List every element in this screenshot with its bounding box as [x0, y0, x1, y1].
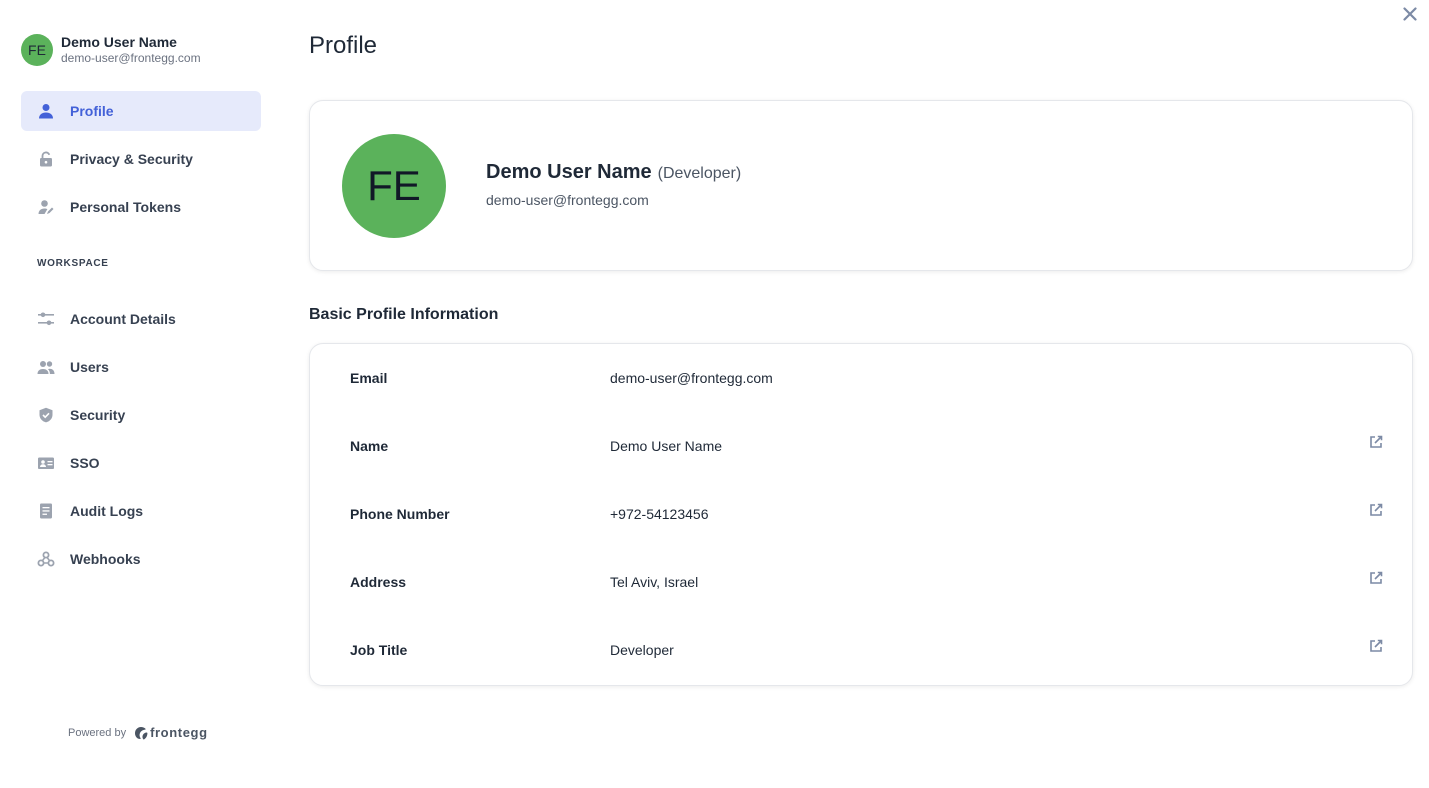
- workspace-section-title: WORKSPACE: [37, 258, 109, 269]
- frontegg-logo: frontegg: [134, 725, 208, 740]
- field-value: Demo User Name: [610, 438, 723, 454]
- field-label: Phone Number: [350, 506, 450, 522]
- profile-card: FE Demo User Name (Developer) demo-user@…: [309, 100, 1413, 271]
- avatar: FE: [21, 34, 53, 66]
- profile-role: (Developer): [657, 165, 742, 182]
- sliders-icon: [37, 310, 55, 328]
- sidebar-item-label: Account Details: [70, 311, 176, 327]
- field-label: Job Title: [350, 642, 408, 658]
- basic-info-card: Email demo-user@frontegg.com Name Demo U…: [309, 343, 1413, 686]
- edit-name-button[interactable]: [1368, 434, 1384, 450]
- edit-address-button[interactable]: [1368, 570, 1384, 586]
- sidebar-item-personal-tokens[interactable]: Personal Tokens: [21, 187, 261, 227]
- field-value: Tel Aviv, Israel: [610, 574, 699, 590]
- user-meta: Demo User Name demo-user@frontegg.com: [61, 34, 201, 66]
- field-value: demo-user@frontegg.com: [610, 370, 773, 386]
- user-icon: [37, 102, 55, 120]
- sidebar-item-security[interactable]: Security: [21, 395, 261, 435]
- sidebar-item-label: Privacy & Security: [70, 151, 193, 167]
- sidebar-item-label: Audit Logs: [70, 503, 144, 519]
- edit-job-title-button[interactable]: [1368, 638, 1384, 654]
- users-icon: [37, 358, 55, 376]
- edit-icon: [1370, 571, 1383, 584]
- sidebar-item-label: Personal Tokens: [70, 199, 182, 215]
- user-header: FE Demo User Name demo-user@frontegg.com: [21, 34, 201, 66]
- info-row-job-title: Job Title Developer: [310, 630, 1412, 670]
- field-label: Email: [350, 370, 388, 386]
- sidebar-item-label: SSO: [70, 455, 100, 471]
- profile-info: Demo User Name (Developer) demo-user@fro…: [486, 161, 741, 208]
- token-icon: [37, 198, 55, 216]
- sidebar-item-label: Security: [70, 407, 126, 423]
- field-label: Name: [350, 438, 389, 454]
- sidebar-item-label: Profile: [70, 103, 114, 119]
- lock-icon: [37, 150, 55, 168]
- webhook-icon: [37, 550, 55, 568]
- sidebar-item-account-details[interactable]: Account Details: [21, 299, 261, 339]
- sso-icon: [37, 454, 55, 472]
- powered-by: Powered by frontegg: [68, 725, 208, 740]
- edit-icon: [1370, 639, 1383, 652]
- field-value: +972-54123456: [610, 506, 709, 522]
- info-row-phone: Phone Number +972-54123456: [310, 494, 1412, 534]
- edit-phone-button[interactable]: [1368, 502, 1384, 518]
- sidebar-item-webhooks[interactable]: Webhooks: [21, 539, 261, 579]
- edit-icon: [1370, 435, 1383, 448]
- sidebar-item-users[interactable]: Users: [21, 347, 261, 387]
- field-label: Address: [350, 574, 407, 590]
- sidebar-item-sso[interactable]: SSO: [21, 443, 261, 483]
- profile-name: Demo User Name: [486, 161, 652, 183]
- brand-name: frontegg: [150, 725, 208, 740]
- close-icon: [1403, 7, 1417, 21]
- frontegg-logo-icon: [135, 726, 148, 740]
- sidebar-item-profile[interactable]: Profile: [21, 91, 261, 131]
- sidebar-item-label: Users: [70, 359, 109, 375]
- document-icon: [37, 502, 55, 520]
- field-value: Developer: [610, 642, 674, 658]
- powered-by-label: Powered by: [68, 726, 127, 739]
- sidebar-item-privacy-security[interactable]: Privacy & Security: [21, 139, 261, 179]
- shield-icon: [37, 406, 55, 424]
- info-row-name: Name Demo User Name: [310, 426, 1412, 466]
- basic-info-heading: Basic Profile Information: [309, 306, 499, 323]
- info-row-email: Email demo-user@frontegg.com: [310, 358, 1412, 398]
- profile-email: demo-user@frontegg.com: [486, 192, 649, 208]
- sidebar-item-audit-logs[interactable]: Audit Logs: [21, 491, 261, 531]
- edit-icon: [1370, 503, 1383, 516]
- user-name: Demo User Name: [61, 34, 177, 50]
- page-title: Profile: [309, 32, 378, 59]
- info-row-address: Address Tel Aviv, Israel: [310, 562, 1412, 602]
- sidebar: FE Demo User Name demo-user@frontegg.com…: [0, 0, 285, 788]
- close-button[interactable]: [1400, 4, 1420, 24]
- sidebar-item-label: Webhooks: [70, 551, 141, 567]
- user-email: demo-user@frontegg.com: [61, 51, 201, 65]
- avatar-large: FE: [342, 134, 446, 238]
